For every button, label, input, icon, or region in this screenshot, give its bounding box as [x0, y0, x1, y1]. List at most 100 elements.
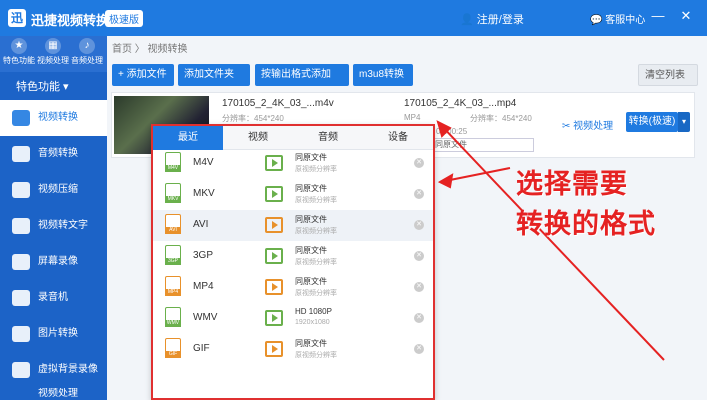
tab-recent[interactable]: 最近 — [153, 126, 223, 150]
preset-name: HD 1080P — [295, 307, 332, 316]
format-tag: WMV — [165, 320, 181, 327]
star-icon: ★ — [11, 38, 27, 54]
customer-service-label: 客服中心 — [605, 15, 646, 26]
tab-audio[interactable]: 音频 — [293, 126, 363, 150]
sidebar-item-video-to-text[interactable]: 视频转文字 — [0, 208, 107, 244]
format-row[interactable]: MP4 MP4 同原文件 原视频分辨率 ✕ — [153, 272, 433, 303]
format-label: MKV — [193, 188, 215, 199]
topnav-label: 视频处理 — [37, 56, 69, 65]
format-row[interactable]: AVI AVI 同原文件 原视频分辨率 ✕ — [153, 210, 433, 241]
sidebar-item-label: 屏幕录像 — [38, 256, 78, 267]
remove-preset-icon[interactable]: ✕ — [414, 344, 424, 354]
output-format: MP4 — [404, 113, 421, 122]
format-file-icon: GIF — [165, 338, 181, 358]
preset-resolution: 原视频分辨率 — [295, 352, 337, 359]
preset-name: 同原文件 — [295, 277, 327, 286]
topnav-audio[interactable]: ♪ 音频处理 — [70, 38, 104, 66]
sidebar-item-label: 视频转换 — [38, 112, 78, 123]
topnav-label: 特色功能 — [3, 56, 35, 65]
annotation-line-1: 选择需要 — [516, 169, 628, 200]
preset-name: 同原文件 — [295, 184, 327, 193]
sidebar-item-label: 视频压缩 — [38, 184, 78, 195]
preset-resolution: 原视频分辨率 — [295, 166, 337, 173]
preset-name: 同原文件 — [295, 339, 327, 348]
user-icon: 👤 — [460, 14, 474, 26]
breadcrumb: 首页 〉 视频转换 — [112, 44, 188, 55]
tab-video[interactable]: 视频 — [223, 126, 293, 150]
sidebar-item-audio-convert[interactable]: 音频转换 — [0, 136, 107, 172]
film-icon: ▦ — [45, 38, 61, 54]
video-preset-icon — [265, 186, 283, 202]
annotation-line-2: 转换的格式 — [516, 209, 656, 240]
preset-name: 同原文件 — [295, 153, 327, 162]
preset-resolution: 原视频分辨率 — [295, 228, 337, 235]
remove-preset-icon[interactable]: ✕ — [414, 158, 424, 168]
source-resolution: 分辨率：454*240 — [222, 114, 284, 123]
format-row[interactable]: M4V M4V 同原文件 原视频分辨率 ✕ — [153, 148, 433, 179]
chat-icon: 💬 — [590, 15, 603, 26]
format-tag: GIF — [165, 351, 181, 358]
convert-button[interactable]: 转换(极速) — [626, 112, 678, 132]
camera-icon — [12, 362, 30, 378]
top-nav: ★ 特色功能 ▦ 视频处理 ♪ 音频处理 — [0, 36, 107, 72]
customer-service-link[interactable]: 💬 客服中心 — [590, 11, 645, 26]
format-label: MP4 — [193, 281, 214, 292]
sidebar-item-label: 虚拟背景录像 — [38, 364, 98, 375]
title-bar: 迅 迅捷视频转换器 极速版 👤 注册/登录 💬 客服中心 — ✕ — [0, 0, 707, 36]
video-preset-icon — [265, 248, 283, 264]
text-icon — [12, 218, 30, 234]
topnav-label: 音频处理 — [71, 56, 103, 65]
topnav-video[interactable]: ▦ 视频处理 — [36, 38, 70, 66]
remove-preset-icon[interactable]: ✕ — [414, 220, 424, 230]
sidebar-item-video-compress[interactable]: 视频压缩 — [0, 172, 107, 208]
sidebar-item-virtual-bg[interactable]: 虚拟背景录像 — [0, 352, 107, 388]
sidebar-item-video-process[interactable]: 视频处理 — [0, 388, 107, 400]
format-row[interactable]: 3GP 3GP 同原文件 原视频分辨率 ✕ — [153, 241, 433, 272]
convert-dropdown-button[interactable]: ▾ — [678, 112, 690, 132]
sidebar-item-recorder[interactable]: 录音机 — [0, 280, 107, 316]
format-label: M4V — [193, 157, 214, 168]
app-logo-icon: 迅 — [8, 9, 26, 27]
tab-device[interactable]: 设备 — [363, 126, 433, 150]
add-file-button[interactable]: + 添加文件 — [112, 64, 174, 86]
sidebar-item-label: 视频转文字 — [38, 220, 88, 231]
remove-preset-icon[interactable]: ✕ — [414, 251, 424, 261]
audio-icon: ♪ — [79, 38, 95, 54]
add-folder-button[interactable]: 添加文件夹 — [178, 64, 250, 86]
format-tag: MP4 — [165, 289, 181, 296]
clear-list-button[interactable]: 清空列表 — [638, 64, 698, 86]
compress-icon — [12, 182, 30, 198]
minimize-button[interactable]: — — [650, 8, 666, 23]
remove-preset-icon[interactable]: ✕ — [414, 189, 424, 199]
output-filename[interactable]: 170105_2_4K_03_...mp4 — [404, 98, 516, 109]
video-convert-icon — [12, 110, 30, 126]
video-process-button[interactable]: ✂ 视频处理 — [562, 117, 613, 132]
source-filename: 170105_2_4K_03_...m4v — [222, 98, 334, 109]
topnav-feature[interactable]: ★ 特色功能 — [2, 38, 36, 66]
m3u8-button[interactable]: m3u8转换 — [353, 64, 413, 86]
format-file-icon: MP4 — [165, 276, 181, 296]
preset-name: 同原文件 — [295, 246, 327, 255]
remove-preset-icon[interactable]: ✕ — [414, 282, 424, 292]
format-file-icon: AVI — [165, 214, 181, 234]
format-row[interactable]: WMV WMV HD 1080P 1920x1080 ✕ — [153, 303, 433, 334]
preset-resolution: 原视频分辨率 — [295, 259, 337, 266]
image-icon — [12, 326, 30, 342]
sidebar-item-image-convert[interactable]: 图片转换 — [0, 316, 107, 352]
close-button[interactable]: ✕ — [678, 8, 694, 24]
scissors-icon: ✂ — [562, 121, 571, 132]
sidebar-item-label: 音频转换 — [38, 148, 78, 159]
format-row[interactable]: GIF GIF 同原文件 原视频分辨率 ✕ — [153, 334, 433, 365]
sidebar-item-video-convert[interactable]: 视频转换 — [0, 100, 107, 136]
remove-preset-icon[interactable]: ✕ — [414, 313, 424, 323]
format-row[interactable]: MKV MKV 同原文件 原视频分辨率 ✕ — [153, 179, 433, 210]
batch-add-button[interactable]: 按输出格式添加 — [255, 64, 349, 86]
mic-icon — [12, 290, 30, 306]
output-resolution: 分辨率：454*240 — [470, 114, 532, 123]
sidebar-heading[interactable]: 特色功能 ▾ — [0, 76, 107, 98]
video-preset-icon — [265, 279, 283, 295]
sidebar-item-screen-record[interactable]: 屏幕录像 — [0, 244, 107, 280]
preset-resolution: 1920x1080 — [295, 319, 330, 326]
format-file-icon: MKV — [165, 183, 181, 203]
login-link[interactable]: 👤 注册/登录 — [460, 11, 524, 27]
